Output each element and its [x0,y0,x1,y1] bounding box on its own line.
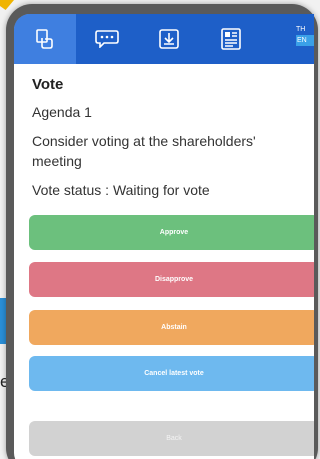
tab-chat[interactable] [76,14,138,64]
language-switcher[interactable]: TH EN [296,24,314,46]
phone-frame: TH EN Vote Agenda 1 Consider voting at t… [6,4,318,459]
chat-bubble-icon [95,30,119,48]
lang-th[interactable]: TH [296,26,305,33]
agenda-label: Agenda 1 [32,104,92,120]
disapprove-button[interactable]: Disapprove [29,262,314,297]
lang-en[interactable]: EN [296,35,314,46]
top-nav-bar: TH EN [14,14,314,64]
page-title: Vote [32,76,64,93]
cancel-latest-vote-button[interactable]: Cancel latest vote [29,356,314,391]
vote-status: Vote status : Waiting for vote [32,182,210,198]
document-icon [221,28,241,50]
vote-content: Vote Agenda 1 Consider voting at the sha… [32,76,302,209]
vote-hand-icon [36,29,54,49]
background-accent-mark [0,0,14,10]
abstain-button[interactable]: Abstain [29,310,314,345]
agenda-description: Consider voting at the shareholders' mee… [32,133,256,169]
download-icon [159,29,179,49]
tab-documents[interactable] [200,14,262,64]
back-button[interactable]: Back [29,421,314,456]
tab-vote[interactable] [14,14,76,64]
approve-button[interactable]: Approve [29,215,314,250]
phone-screen: TH EN Vote Agenda 1 Consider voting at t… [14,14,314,459]
tab-download[interactable] [138,14,200,64]
